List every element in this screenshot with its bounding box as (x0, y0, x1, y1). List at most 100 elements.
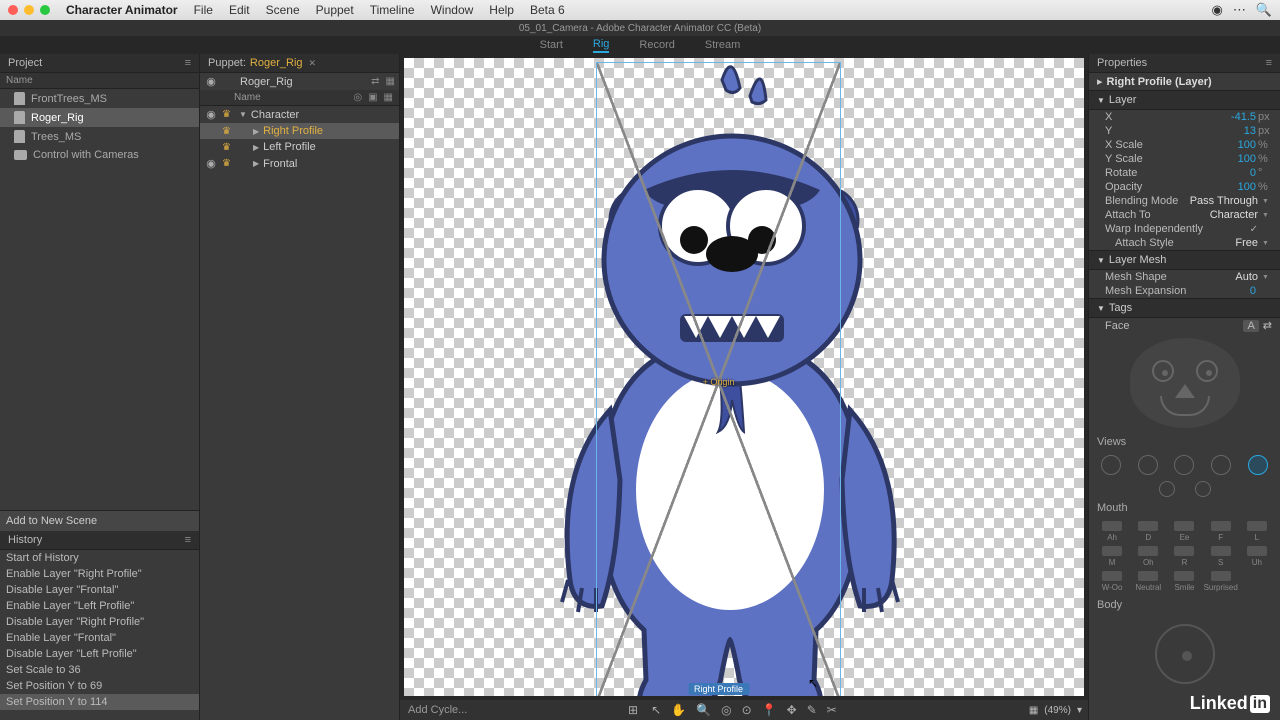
zoom-dot[interactable] (40, 5, 50, 15)
crown-icon[interactable]: ♛ (222, 158, 231, 169)
project-item[interactable]: Control with Cameras (0, 146, 199, 164)
mode-rig[interactable]: Rig (593, 38, 610, 53)
history-item[interactable]: Enable Layer "Right Profile" (0, 566, 199, 582)
history-item[interactable]: Disable Layer "Left Profile" (0, 646, 199, 662)
project-item[interactable]: Trees_MS (0, 127, 199, 146)
body-dial[interactable] (1155, 624, 1215, 684)
expand-icon[interactable]: ▼ (239, 110, 247, 119)
mesh-icon[interactable]: ⊞ (628, 703, 638, 717)
menu-beta[interactable]: Beta 6 (530, 3, 565, 17)
expand-icon[interactable]: ▶ (253, 143, 259, 152)
panel-menu-icon[interactable]: ≡ (1266, 57, 1272, 69)
close-icon[interactable]: ✕ (309, 58, 317, 69)
project-item[interactable]: FrontTrees_MS (0, 89, 199, 108)
puppet-name[interactable]: Roger_Rig (250, 57, 303, 69)
panel-menu-icon[interactable]: ≡ (185, 534, 191, 546)
eye-icon[interactable]: ◉ (204, 108, 218, 121)
canvas-viewport[interactable]: + Origin Right Profile ↖ (404, 58, 1084, 696)
tag-face-row[interactable]: Face A ⇄ (1089, 318, 1280, 333)
move-tool-icon[interactable]: ✥ (787, 703, 797, 717)
mesh-expansion-row[interactable]: Mesh Expansion0 (1089, 284, 1280, 298)
mode-stream[interactable]: Stream (705, 39, 740, 51)
pin-tool-icon[interactable]: 📍 (762, 703, 777, 717)
mouth-viseme[interactable]: L (1240, 521, 1274, 542)
section-layer-mesh[interactable]: ▼Layer Mesh (1089, 250, 1280, 270)
zoom-chevron-icon[interactable]: ▾ (1077, 705, 1082, 716)
zoom-level[interactable]: (49%) (1044, 705, 1071, 716)
expand-icon[interactable]: ▶ (253, 127, 259, 136)
menu-window[interactable]: Window (431, 3, 474, 17)
history-item[interactable]: Start of History (0, 550, 199, 566)
grid-toggle-icon[interactable]: ▦ (1029, 705, 1038, 716)
mesh-shape-row[interactable]: Mesh ShapeAuto▼ (1089, 270, 1280, 284)
mouth-viseme[interactable]: F (1204, 521, 1238, 542)
menu-help[interactable]: Help (489, 3, 514, 17)
history-item[interactable]: Enable Layer "Frontal" (0, 630, 199, 646)
record-icon[interactable]: ▣ (368, 92, 377, 103)
crown-icon[interactable]: ♛ (222, 142, 231, 153)
window-controls[interactable] (8, 5, 50, 15)
cloud-icon[interactable]: ◉ (1211, 2, 1222, 18)
menu-edit[interactable]: Edit (229, 3, 250, 17)
tag-swap-icon[interactable]: ⇄ (1263, 319, 1272, 332)
view-left[interactable] (1138, 455, 1158, 475)
puppet-root-row[interactable]: ◉ Roger_Rig ⇄ ▦ (200, 73, 399, 90)
target-tool-icon[interactable]: ◎ (721, 703, 731, 717)
selection-bounds[interactable]: + Origin Right Profile (596, 62, 841, 696)
section-layer[interactable]: ▼Layer (1089, 90, 1280, 110)
grid-icon[interactable]: ▦ (384, 92, 393, 103)
crown-icon[interactable]: ♛ (222, 109, 231, 120)
zoom-tool-icon[interactable]: 🔍 (696, 703, 711, 717)
mode-record[interactable]: Record (639, 39, 674, 51)
menu-file[interactable]: File (194, 3, 213, 17)
mouth-viseme[interactable]: Ah (1095, 521, 1129, 542)
target-icon[interactable]: ◎ (353, 92, 362, 103)
view-front[interactable] (1174, 455, 1194, 475)
attach-style-row[interactable]: Attach StyleFree▼ (1089, 236, 1280, 250)
property-row[interactable]: Opacity100% (1089, 180, 1280, 194)
swap-icon[interactable]: ⇄ (371, 76, 379, 87)
history-item[interactable]: Set Position Y to 69 (0, 678, 199, 694)
search-icon[interactable]: 🔍 (1256, 2, 1272, 18)
mouth-viseme[interactable]: S (1204, 546, 1238, 567)
mode-start[interactable]: Start (540, 39, 563, 51)
property-row[interactable]: Y Scale100% (1089, 152, 1280, 166)
anchor-tool-icon[interactable]: ⊙ (742, 703, 752, 717)
layer-row[interactable]: ◉ ♛ ▼ Character (200, 106, 399, 123)
crown-icon[interactable]: ♛ (222, 126, 231, 137)
history-item[interactable]: Disable Layer "Right Profile" (0, 614, 199, 630)
mouth-viseme[interactable]: Smile (1167, 571, 1201, 592)
eye-icon[interactable]: ◉ (204, 75, 218, 88)
property-row[interactable]: X-41.5px (1089, 110, 1280, 124)
expand-icon[interactable]: ▶ (253, 159, 259, 168)
mouth-viseme[interactable]: W-Oo (1095, 571, 1129, 592)
tag-a-icon[interactable]: A (1243, 320, 1258, 332)
property-row[interactable]: Rotate0° (1089, 166, 1280, 180)
view-sub-1[interactable] (1159, 481, 1175, 497)
mouth-viseme[interactable]: Ee (1167, 521, 1201, 542)
mouth-viseme[interactable]: M (1095, 546, 1129, 567)
cut-tool-icon[interactable]: ✂ (827, 703, 837, 717)
arrow-tool-icon[interactable]: ↖ (651, 703, 661, 717)
warp-independently-row[interactable]: Warp Independently (1089, 222, 1280, 236)
eye-icon[interactable]: ◉ (204, 157, 218, 170)
mouth-viseme[interactable]: Oh (1131, 546, 1165, 567)
attach-to-row[interactable]: Attach ToCharacter▼ (1089, 208, 1280, 222)
panel-menu-icon[interactable]: ≡ (185, 57, 191, 69)
menu-timeline[interactable]: Timeline (370, 3, 415, 17)
face-diagram[interactable] (1089, 333, 1280, 433)
wand-tool-icon[interactable]: ✎ (807, 703, 817, 717)
menu-puppet[interactable]: Puppet (316, 3, 354, 17)
property-row[interactable]: X Scale100% (1089, 138, 1280, 152)
layers-icon[interactable]: ▦ (386, 76, 395, 87)
view-sub-2[interactable] (1195, 481, 1211, 497)
property-row[interactable]: Y13px (1089, 124, 1280, 138)
view-right-quarter[interactable] (1248, 455, 1268, 475)
view-left-quarter[interactable] (1101, 455, 1121, 475)
history-item[interactable]: Enable Layer "Left Profile" (0, 598, 199, 614)
blending-mode-row[interactable]: Blending ModePass Through▼ (1089, 194, 1280, 208)
mouth-viseme[interactable]: Surprised (1204, 571, 1238, 592)
minimize-dot[interactable] (24, 5, 34, 15)
mouth-viseme[interactable]: D (1131, 521, 1165, 542)
layer-row[interactable]: ♛ ▶ Left Profile (200, 139, 399, 155)
